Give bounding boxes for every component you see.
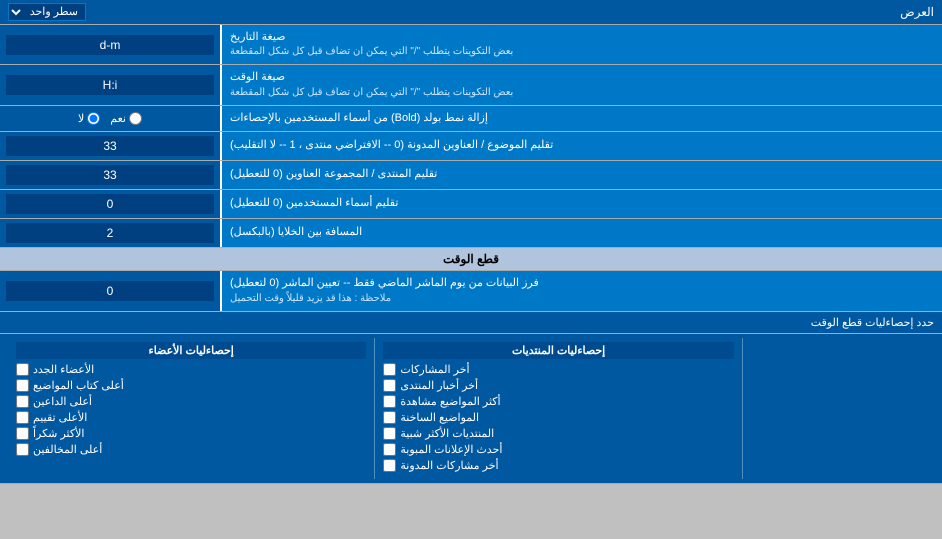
forum-titles-row: تقليم المنتدى / المجموعة العناوين (0 للت… (0, 161, 942, 190)
cutoff-label: فرز البيانات من يوم الماشر الماضي فقط --… (220, 271, 942, 310)
time-format-label: صيغة الوقت بعض التكوينات يتطلب "/" التي … (220, 65, 942, 104)
checkboxes-section: إحصاءليات المنتديات أخر المشاركات أخر أخ… (0, 334, 942, 484)
checkbox-item: الأكثر شكراً (16, 427, 366, 440)
col-forum-stats: إحصاءليات المنتديات أخر المشاركات أخر أخ… (374, 338, 741, 479)
cb-top-posters[interactable] (16, 379, 29, 392)
checkbox-item: أعلى المخالفين (16, 443, 366, 456)
cb-top-rated[interactable] (16, 411, 29, 424)
topics-titles-row: تقليم الموضوع / العناوين المدونة (0 -- ا… (0, 132, 942, 161)
gap-cells-input-cell (0, 219, 220, 247)
top-row: العرض سطر واحد سطرين ثلاثة أسطر (0, 0, 942, 25)
cb-last-posts[interactable] (383, 363, 396, 376)
main-container: العرض سطر واحد سطرين ثلاثة أسطر صيغة الت… (0, 0, 942, 484)
topics-titles-input-cell (0, 132, 220, 160)
cb-new-members[interactable] (16, 363, 29, 376)
forum-titles-input[interactable] (6, 165, 214, 185)
bold-no-label[interactable]: لا (78, 112, 100, 125)
checkbox-item: أخر مشاركات المدونة (383, 459, 733, 472)
col-empty (742, 338, 934, 479)
usernames-label: تقليم أسماء المستخدمين (0 للتعطيل) (220, 190, 942, 218)
cb-most-viewed[interactable] (383, 395, 396, 408)
date-format-input[interactable] (6, 35, 214, 55)
cutoff-input-cell (0, 271, 220, 310)
cb-popular-forums[interactable] (383, 427, 396, 440)
forum-stats-title: إحصاءليات المنتديات (383, 342, 733, 359)
bold-yes-radio[interactable] (129, 112, 142, 125)
checkbox-item: أحدث الإعلانات المبوبة (383, 443, 733, 456)
checkbox-item: أخر المشاركات (383, 363, 733, 376)
bold-radio-cell: نعم لا (0, 106, 220, 131)
cb-most-thanked[interactable] (16, 427, 29, 440)
page-title: العرض (900, 5, 934, 19)
section-header: قطع الوقت (0, 248, 942, 271)
time-format-row: صيغة الوقت بعض التكوينات يتطلب "/" التي … (0, 65, 942, 105)
gap-cells-row: المسافة بين الخلايا (بالبكسل) (0, 219, 942, 248)
checkboxes-grid: إحصاءليات المنتديات أخر المشاركات أخر أخ… (8, 338, 934, 479)
cb-top-referrers[interactable] (16, 395, 29, 408)
limit-row: حدد إحصاءليات قطع الوقت (0, 312, 942, 334)
cb-last-blog-posts[interactable] (383, 459, 396, 472)
member-stats-title: إحصاءليات الأعضاء (16, 342, 366, 359)
time-format-input-cell (0, 65, 220, 104)
col-member-stats: إحصاءليات الأعضاء الأعضاء الجدد أعلى كتا… (8, 338, 374, 479)
topics-titles-input[interactable] (6, 136, 214, 156)
checkbox-item: المنتديات الأكثر شبية (383, 427, 733, 440)
checkbox-item: الأعضاء الجدد (16, 363, 366, 376)
cutoff-input[interactable] (6, 281, 214, 301)
date-format-label: صيغة التاريخ بعض التكوينات يتطلب "/" الت… (220, 25, 942, 64)
date-format-input-cell (0, 25, 220, 64)
cb-hot-topics[interactable] (383, 411, 396, 424)
bold-label: إزالة نمط بولد (Bold) من أسماء المستخدمي… (220, 106, 942, 131)
gap-cells-input[interactable] (6, 223, 214, 243)
checkbox-item: أخر أخبار المنتدى (383, 379, 733, 392)
bold-radio-row: إزالة نمط بولد (Bold) من أسماء المستخدمي… (0, 106, 942, 132)
display-select[interactable]: سطر واحد سطرين ثلاثة أسطر (8, 3, 86, 21)
time-format-input[interactable] (6, 75, 214, 95)
gap-cells-label: المسافة بين الخلايا (بالبكسل) (220, 219, 942, 247)
checkbox-item: الأعلى تقييم (16, 411, 366, 424)
cb-top-infractors[interactable] (16, 443, 29, 456)
forum-titles-label: تقليم المنتدى / المجموعة العناوين (0 للت… (220, 161, 942, 189)
checkbox-item: أعلى الداعين (16, 395, 366, 408)
checkbox-item: أعلى كتاب المواضيع (16, 379, 366, 392)
date-format-row: صيغة التاريخ بعض التكوينات يتطلب "/" الت… (0, 25, 942, 65)
checkbox-item: أكثر المواضيع مشاهدة (383, 395, 733, 408)
forum-titles-input-cell (0, 161, 220, 189)
limit-label: حدد إحصاءليات قطع الوقت (8, 316, 934, 329)
cb-last-news[interactable] (383, 379, 396, 392)
usernames-input[interactable] (6, 194, 214, 214)
cutoff-row: فرز البيانات من يوم الماشر الماضي فقط --… (0, 271, 942, 311)
bold-yes-label[interactable]: نعم (110, 112, 142, 125)
bold-no-radio[interactable] (87, 112, 100, 125)
usernames-input-cell (0, 190, 220, 218)
checkbox-item: المواضيع الساخنة (383, 411, 733, 424)
cb-latest-classified[interactable] (383, 443, 396, 456)
topics-titles-label: تقليم الموضوع / العناوين المدونة (0 -- ا… (220, 132, 942, 160)
usernames-row: تقليم أسماء المستخدمين (0 للتعطيل) (0, 190, 942, 219)
